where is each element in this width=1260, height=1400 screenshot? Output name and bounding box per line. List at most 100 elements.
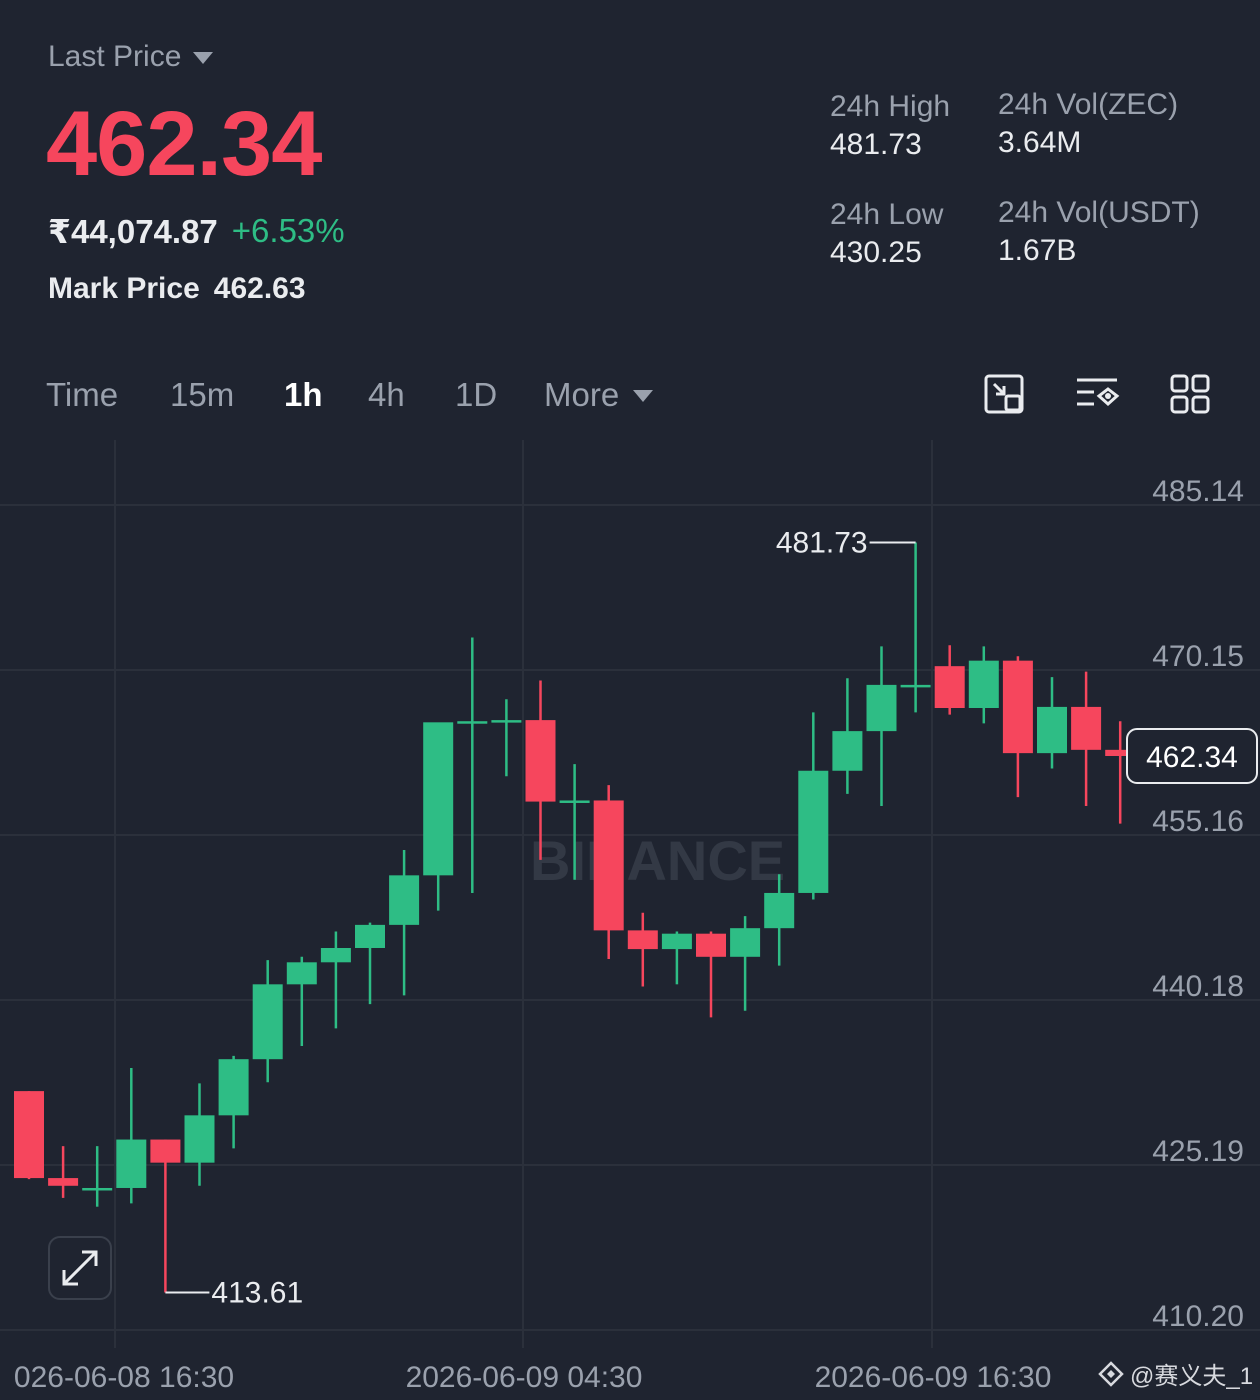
candle-body (355, 924, 385, 948)
stat-value: 430.25 (830, 236, 922, 269)
last-price-label: Last Price (48, 40, 182, 73)
candle (832, 678, 863, 794)
candle-body (320, 947, 351, 963)
candle-body (184, 1115, 215, 1163)
candle-body (730, 928, 761, 957)
tab-more-label: More (544, 376, 620, 413)
binance-logo-icon (1098, 1360, 1124, 1387)
expand-icon (62, 1250, 98, 1286)
mark-price-row: Mark Price 462.63 (48, 272, 306, 306)
tab-4h[interactable]: 4h (368, 376, 405, 414)
candle-body (832, 731, 863, 771)
candle-body (525, 720, 556, 802)
stat-label: 24h Vol(USDT) (998, 196, 1200, 229)
tab-more[interactable]: More (544, 376, 654, 414)
last-price-value: 462.34 (46, 93, 322, 195)
x-axis: 026-06-08 16:30 2026-06-09 04:30 2026-06-0… (14, 1361, 1052, 1394)
chart-window-icon[interactable] (980, 368, 1030, 418)
fiat-price: ₹44,074.87 (48, 213, 218, 250)
stat-value: 481.73 (830, 128, 922, 161)
high-marker-label: 481.73 (776, 527, 868, 560)
y-tick-label: 440.18 (1152, 970, 1244, 1003)
candle-body (150, 1139, 181, 1163)
candle-body (82, 1187, 113, 1191)
candle (900, 542, 931, 713)
tab-1h[interactable]: 1h (284, 376, 323, 414)
candle (661, 931, 692, 985)
candle-body (457, 721, 488, 724)
watermark-text: BINANCE (530, 829, 785, 892)
candle (1071, 671, 1102, 806)
candle (968, 646, 999, 724)
candle (184, 1083, 215, 1186)
y-tick-label: 455.16 (1152, 805, 1244, 838)
candle (218, 1055, 249, 1149)
candle (116, 1067, 147, 1204)
last-price-selector[interactable]: Last Price (48, 40, 214, 74)
candle-body (48, 1178, 79, 1186)
candle-body (627, 930, 658, 950)
indicator-settings-icon[interactable] (1072, 368, 1122, 418)
stat-value: 3.64M (998, 126, 1082, 159)
price-markers: 481.73 413.61 462.34 (165, 527, 1258, 1309)
fiat-row: ₹44,074.87 +6.53% (48, 212, 345, 251)
caret-down-icon (193, 52, 214, 64)
price-change-percent: +6.53% (231, 212, 345, 249)
chart-grid (0, 440, 1260, 1348)
candle (14, 1091, 44, 1180)
candle (423, 722, 454, 911)
candle-body (764, 892, 795, 929)
candle-body (1002, 660, 1033, 754)
candle (730, 916, 761, 1011)
fullscreen-button[interactable] (48, 1236, 112, 1300)
candle-body (798, 770, 829, 893)
candle-body (1071, 706, 1102, 750)
x-tick-label: 026-06-08 16:30 (14, 1361, 234, 1394)
candlestick-chart[interactable]: BINANCE 481.73413.61462.34 485.14470.154… (0, 440, 1260, 1400)
candle (491, 699, 522, 777)
candle-body (559, 800, 590, 803)
candle-body (934, 666, 965, 709)
tab-15m[interactable]: 15m (170, 376, 234, 414)
candle-body (968, 660, 999, 709)
candle (593, 785, 624, 960)
y-tick-label: 470.15 (1152, 640, 1244, 673)
interval-tabs: Time 15m 1h 4h 1D More (0, 368, 1260, 428)
candle-body (423, 722, 454, 876)
grid-layout-icon[interactable] (1166, 368, 1216, 418)
candle (48, 1146, 79, 1198)
y-tick-label: 410.20 (1152, 1300, 1244, 1333)
tab-1d[interactable]: 1D (455, 376, 497, 414)
x-tick-label: 2026-06-09 04:30 (406, 1361, 643, 1394)
candle (798, 712, 829, 900)
candle (696, 931, 726, 1018)
candle (389, 850, 420, 996)
y-tick-label: 425.19 (1152, 1135, 1244, 1168)
candles (14, 542, 1136, 1293)
candle-body (661, 933, 692, 950)
candle-body (866, 684, 897, 732)
candle (286, 956, 317, 1046)
stat-24h-low: 24h Low 430.25 (830, 198, 943, 270)
watermark-credit: @赛义夫_1 (1098, 1356, 1253, 1391)
y-tick-label: 485.14 (1152, 475, 1244, 508)
y-axis: 485.14 470.15 455.16 440.18 425.19 410.20 (1152, 475, 1244, 1333)
stat-label: 24h Vol(ZEC) (998, 88, 1179, 121)
candle (934, 645, 965, 715)
stat-value: 1.67B (998, 234, 1077, 267)
candle-body (116, 1139, 147, 1188)
stat-24h-vol-quote: 24h Vol(USDT) 1.67B (998, 196, 1200, 268)
stat-24h-high: 24h High 481.73 (830, 90, 950, 162)
candle-body (389, 875, 420, 925)
credit-text: @赛义夫_1 (1130, 1363, 1254, 1390)
mark-price-value: 462.63 (213, 272, 306, 305)
x-tick-label: 2026-06-09 16:30 (815, 1361, 1052, 1394)
candle-body (252, 984, 283, 1060)
low-marker-label: 413.61 (211, 1276, 303, 1309)
caret-down-icon (633, 390, 654, 402)
candle (1002, 656, 1033, 798)
tab-time[interactable]: Time (46, 376, 118, 414)
candle-body (14, 1091, 44, 1179)
candle (82, 1146, 113, 1207)
candle-body (900, 684, 931, 688)
